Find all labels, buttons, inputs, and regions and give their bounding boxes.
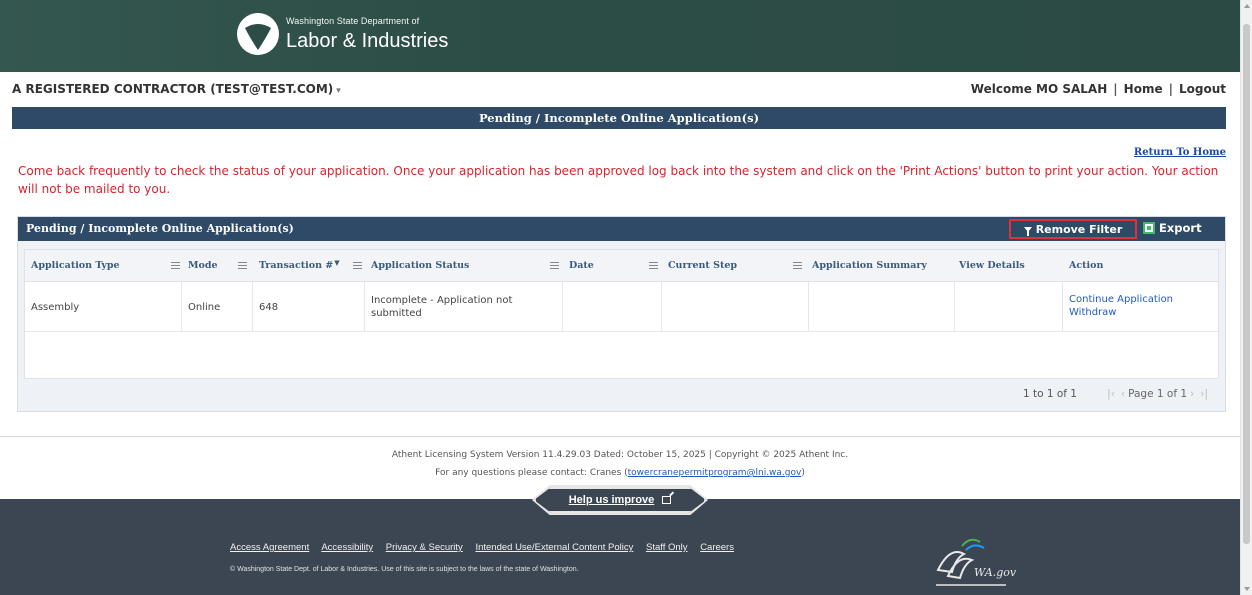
export-label: Export [1159,221,1202,235]
pager-nav: |‹ ‹ Page 1 of 1 › ›| [1104,388,1211,400]
cell-mode: Online [182,282,253,332]
column-header-action: Action [1069,260,1104,271]
panel-title: Pending / Incomplete Online Application(… [26,222,294,235]
prev-page-icon[interactable]: ‹ [1121,388,1125,400]
cell-date [563,282,662,332]
panel-header: Pending / Incomplete Online Application(… [18,217,1225,241]
column-menu-icon[interactable] [550,262,559,269]
notice-message: Come back frequently to check the status… [18,164,1219,196]
cell-view-details [955,282,1063,332]
last-page-icon[interactable]: ›| [1200,388,1208,400]
pager-count: 1 to 1 of 1 [1022,388,1077,400]
wa-gov-text: WA.gov [974,566,1017,579]
footer-links: Access Agreement Accessibility Privacy &… [230,542,744,553]
footer-link-staff-only[interactable]: Staff Only [646,542,688,553]
contact-text: For any questions please contact: Cranes… [435,468,805,478]
cell-transaction: 648 [253,282,365,332]
column-menu-icon[interactable] [793,262,802,269]
export-button[interactable]: Export [1143,221,1202,235]
first-page-icon[interactable]: |‹ [1107,388,1115,400]
column-header-view-details: View Details [959,260,1025,271]
withdraw-link[interactable]: Withdraw [1069,306,1214,319]
scroll-up-arrow-icon[interactable] [1244,4,1250,8]
chevron-down-icon[interactable]: ▾ [336,86,341,96]
page-indicator: Page 1 of 1 [1128,388,1188,400]
remove-filter-label: Remove Filter [1035,222,1123,236]
column-header-application-status[interactable]: Application Status [365,250,545,282]
footer-divider [0,436,1240,437]
external-link-icon [662,496,672,504]
scroll-thumb[interactable] [1243,24,1250,544]
agency-name: Labor & Industries [286,30,449,52]
excel-icon [1143,222,1155,234]
column-menu-icon[interactable] [238,262,247,269]
pager: 1 to 1 of 1 |‹ ‹ Page 1 of 1 › ›| [24,383,1219,405]
help-us-improve-button[interactable]: Help us improve [534,487,706,513]
home-link[interactable]: Home [1124,82,1163,96]
lni-logo[interactable]: Washington State Department of Labor & I… [236,12,448,56]
footer-legal-text: © Washington State Dept. of Labor & Indu… [230,566,579,573]
footer-link-access-agreement[interactable]: Access Agreement [230,542,309,553]
welcome-text: Welcome MO SALAH [970,82,1108,96]
agency-small-text: Washington State Department of [286,16,420,26]
column-menu-icon[interactable] [649,262,658,269]
column-header-application-summary[interactable]: Application Summary [806,250,946,282]
filter-icon [1023,226,1032,236]
account-name[interactable]: A REGISTERED CONTRACTOR (TEST@TEST.COM) [12,82,333,96]
version-text: Athent Licensing System Version 11.4.29.… [391,450,849,460]
column-header-application-type[interactable]: Application Type [25,250,177,282]
lni-logo-icon [237,13,279,55]
user-links: Welcome MO SALAH | Home | Logout [970,82,1226,96]
sort-desc-icon[interactable]: ▼ [334,258,339,267]
column-menu-icon[interactable] [353,262,362,269]
page-title: Pending / Incomplete Online Application(… [12,107,1226,129]
scroll-down-arrow-icon[interactable] [1244,587,1250,591]
cell-application-status: Incomplete - Application not submitted [365,282,563,332]
grid-header: Application Type Mode Transaction #▼ App… [25,250,1218,282]
column-header-current-step[interactable]: Current Step [662,250,782,282]
contact-email-link[interactable]: towercranepermitprogram@lni.wa.gov [628,468,802,478]
footer-link-accessibility[interactable]: Accessibility [321,542,373,553]
column-header-date[interactable]: Date [563,250,643,282]
help-button-label: Help us improve [568,494,655,506]
return-to-home-link[interactable]: Return To Home [1134,147,1226,158]
logout-link[interactable]: Logout [1179,82,1226,96]
account-menu[interactable]: A REGISTERED CONTRACTOR (TEST@TEST.COM) ▾ [12,82,341,96]
footer-link-careers[interactable]: Careers [700,542,734,553]
cell-current-step [662,282,809,332]
table-row: Assembly Online 648 Incomplete - Applica… [25,282,1218,332]
cell-application-type: Assembly [25,282,182,332]
column-menu-icon[interactable] [171,262,180,269]
wa-gov-logo[interactable]: WA.gov [928,532,1018,592]
applications-panel: Pending / Incomplete Online Application(… [17,216,1226,412]
footer-link-privacy-security[interactable]: Privacy & Security [386,542,463,553]
footer-link-intended-use[interactable]: Intended Use/External Content Policy [475,542,633,553]
site-header: Washington State Department of Labor & I… [0,0,1240,72]
applications-grid: Application Type Mode Transaction #▼ App… [24,249,1219,379]
continue-application-link[interactable]: Continue Application [1069,293,1214,306]
cell-action: Continue Application Withdraw [1063,282,1220,332]
footer-info: Athent Licensing System Version 11.4.29.… [0,446,1240,482]
vertical-scrollbar[interactable] [1240,0,1252,595]
user-bar: A REGISTERED CONTRACTOR (TEST@TEST.COM) ▾… [12,82,1226,100]
cell-application-summary [809,282,955,332]
remove-filter-button[interactable]: Remove Filter [1009,219,1137,239]
column-header-transaction[interactable]: Transaction #▼ [253,250,353,282]
logo-text: Washington State Department of Labor & I… [286,16,449,52]
next-page-icon[interactable]: › [1190,388,1194,400]
